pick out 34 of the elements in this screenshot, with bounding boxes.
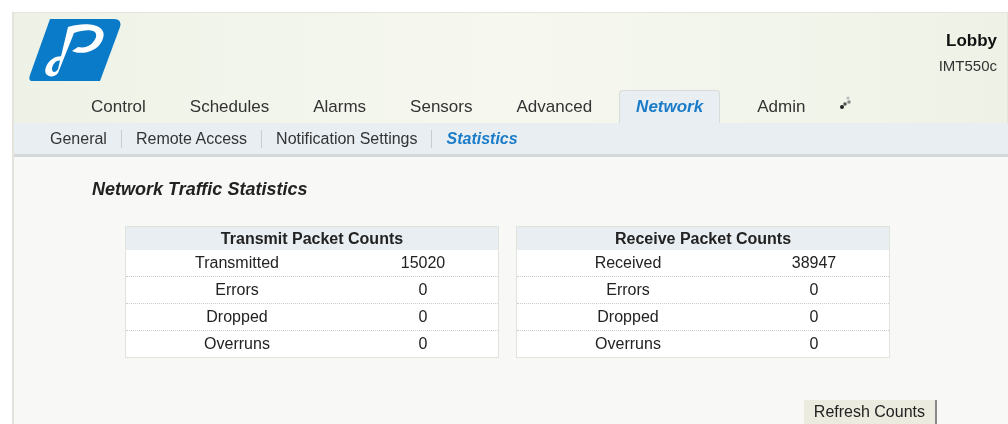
nav-tab[interactable]: Alarms [296,90,384,123]
table-cell-text: Transmitted [194,254,280,272]
nav-tab[interactable]: Admin [740,90,823,123]
nav-tab[interactable]: Control [74,90,163,123]
device-model: IMT550c [938,57,997,74]
table-cell-text: Overruns [594,335,662,353]
table-cell-text: Dropped [205,308,269,326]
nav-tab[interactable]: Network [619,90,721,123]
table-cell-text: 15020 [399,254,447,272]
table-header: Receive Packet Counts [517,227,889,250]
nav-tab[interactable]: Schedules [172,90,287,123]
loading-dots-icon [840,95,853,109]
table-cell-text: 0 [417,308,429,326]
subnav-tab[interactable]: Remote Access [120,129,262,148]
subnav-tab[interactable]: Notification Settings [261,129,432,148]
subnav-tab[interactable]: Statistics [431,129,532,148]
refresh-button[interactable]: Refresh Counts [803,400,937,424]
table-cell-text: 0 [808,281,820,299]
table-cell-text: 0 [417,281,429,299]
device-name: Lobby [946,31,997,51]
table-cell-text: 0 [417,335,429,353]
table-cell-text: Errors [214,281,260,299]
table-cell-text: 0 [808,335,820,353]
page-title: Network Traffic Statistics [92,179,309,200]
table-cell-text: Dropped [596,308,660,326]
table-cell-text: Errors [605,281,651,299]
table-header: Transmit Packet Counts [126,227,498,250]
subnav-tab[interactable]: General [36,129,121,148]
table-cell-text: Overruns [203,335,271,353]
table-cell-text: Received [593,254,663,272]
table-cell-text: 38947 [790,254,838,272]
table-cell-text: 0 [808,308,820,326]
nav-tab[interactable]: Advanced [499,90,610,123]
nav-tab[interactable]: Sensors [393,90,490,123]
